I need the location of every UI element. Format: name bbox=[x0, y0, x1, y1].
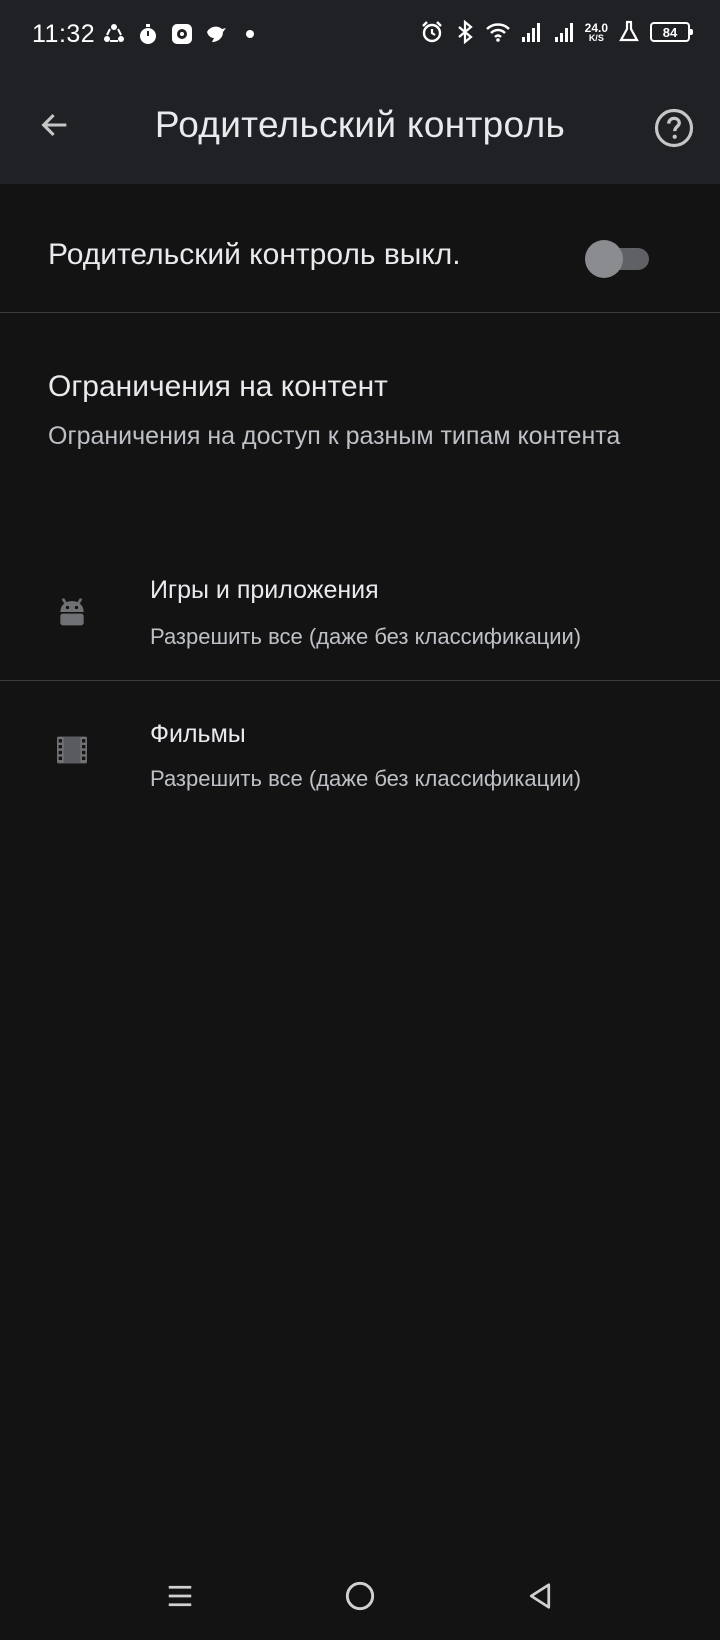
parental-control-switch[interactable] bbox=[585, 240, 651, 278]
home-button[interactable] bbox=[340, 1576, 380, 1616]
content-restrictions-description: Ограничения на доступ к разным типам кон… bbox=[48, 422, 621, 450]
home-icon bbox=[345, 1581, 375, 1611]
list-item-title: Игры и приложения bbox=[150, 576, 379, 604]
system-navigation-bar bbox=[0, 1560, 720, 1640]
parental-control-label: Родительский контроль выкл. bbox=[48, 238, 461, 271]
list-item-games-apps[interactable]: Игры и приложения Разрешить все (даже бе… bbox=[0, 550, 720, 680]
wifi-icon bbox=[485, 23, 510, 42]
bird-icon bbox=[207, 26, 226, 42]
status-time: 11:32 bbox=[32, 20, 96, 48]
sync-icon bbox=[104, 24, 124, 42]
lab-icon bbox=[619, 20, 639, 42]
dot-icon bbox=[246, 30, 254, 38]
status-right-icons: 24.0 K/S 84 bbox=[420, 20, 693, 44]
parental-control-toggle-row[interactable]: Родительский контроль выкл. bbox=[0, 184, 720, 312]
net-speed-unit: K/S bbox=[588, 32, 604, 43]
battery-indicator: 84 bbox=[650, 22, 693, 42]
help-button[interactable] bbox=[650, 104, 698, 152]
top-header: 11:32 24.0 K/S 84 Родительский контроль bbox=[0, 0, 720, 184]
android-icon bbox=[60, 597, 84, 626]
net-speed: 24.0 K/S bbox=[585, 22, 608, 43]
net-speed-value: 24.0 bbox=[584, 20, 608, 35]
divider bbox=[0, 680, 720, 681]
divider bbox=[0, 312, 720, 313]
list-item-movies[interactable]: Фильмы Разрешить все (даже без классифик… bbox=[0, 690, 720, 820]
list-item-subtitle: Разрешить все (даже без классификации) bbox=[150, 766, 582, 791]
switch-thumb bbox=[585, 240, 623, 278]
nav-back-button[interactable] bbox=[520, 1576, 560, 1616]
recents-icon bbox=[168, 1585, 192, 1607]
list-item-title: Фильмы bbox=[150, 720, 246, 748]
app-icon bbox=[172, 24, 192, 44]
bluetooth-icon bbox=[457, 20, 473, 44]
help-circle-icon bbox=[654, 108, 694, 148]
timer-icon bbox=[140, 24, 156, 44]
content-restrictions-title: Ограничения на контент bbox=[48, 370, 388, 403]
film-icon bbox=[57, 736, 87, 764]
list-item-subtitle: Разрешить все (даже без классификации) bbox=[150, 624, 582, 649]
back-icon bbox=[529, 1583, 551, 1609]
recents-button[interactable] bbox=[160, 1576, 200, 1616]
signal-icon bbox=[521, 23, 540, 42]
page-title: Родительский контроль bbox=[154, 104, 566, 145]
status-bar: 11:32 24.0 K/S 84 bbox=[0, 0, 720, 72]
alarm-icon bbox=[421, 21, 442, 43]
status-left-icons bbox=[102, 22, 262, 46]
signal-icon bbox=[554, 23, 573, 42]
